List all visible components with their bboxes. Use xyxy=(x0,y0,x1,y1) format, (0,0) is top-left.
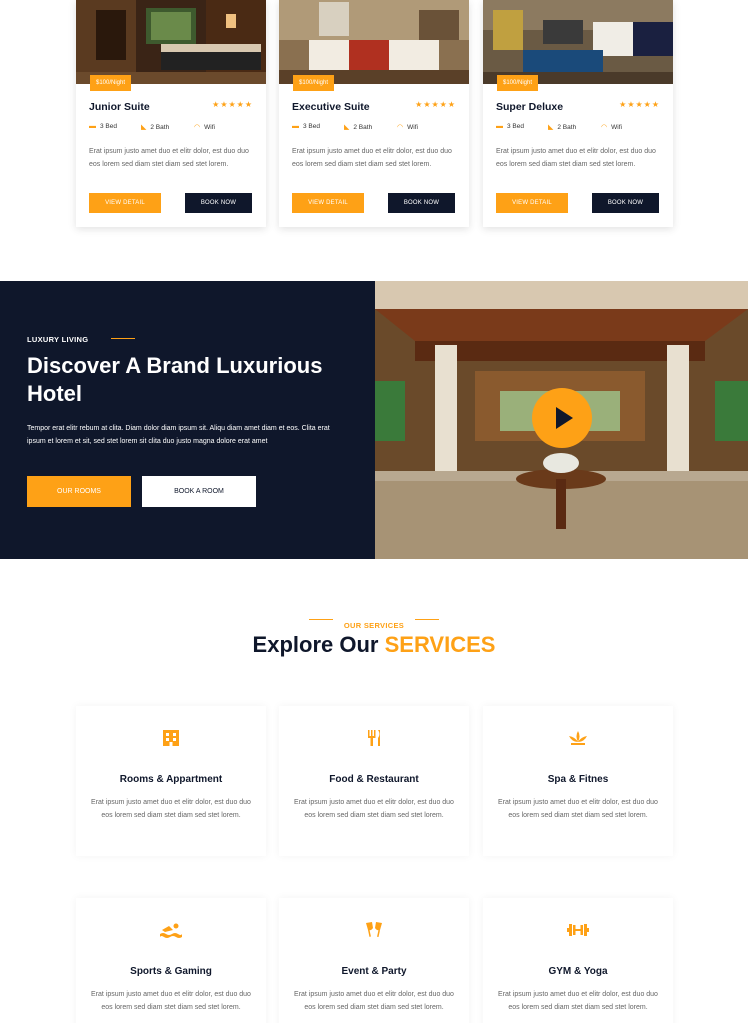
hero-title: Discover A Brand Luxurious Hotel xyxy=(27,353,323,406)
spa-icon xyxy=(483,728,673,753)
services-title: Explore Our SERVICES xyxy=(0,632,748,658)
rooms-section: $100/Night Junior Suite ★★★★★ ▬ 3 Bed ◣ 2 … xyxy=(0,0,748,281)
feature-wifi: ◠ Wifi xyxy=(601,123,622,132)
rating-stars: ★★★★★ xyxy=(619,100,660,109)
feature-bath: ◣ 2 Bath xyxy=(141,123,170,132)
bed-icon: ▬ xyxy=(292,123,299,130)
book-a-room-button[interactable]: BOOK A ROOM xyxy=(142,476,256,507)
view-detail-button[interactable]: VIEW DETAIL xyxy=(496,193,568,213)
book-now-button[interactable]: BOOK NOW xyxy=(592,193,659,213)
utensils-icon xyxy=(279,728,469,753)
bed-icon: ▬ xyxy=(89,123,96,130)
room-card: $100/Night Executive Suite ★★★★★ ▬ 3 Bed … xyxy=(279,0,469,227)
rating-stars: ★★★★★ xyxy=(212,100,253,109)
wifi-icon: ◠ xyxy=(194,124,201,131)
service-description: Erat ipsum justo amet duo et elitr dolor… xyxy=(91,799,251,819)
price-badge: $100/Night xyxy=(293,75,335,91)
bath-icon: ◣ xyxy=(141,124,147,131)
room-title: Junior Suite xyxy=(89,101,150,113)
feature-bath: ◣ 2 Bath xyxy=(548,123,577,132)
service-description: Erat ipsum justo amet duo et elitr dolor… xyxy=(498,991,658,1011)
glass-cheers-icon xyxy=(279,920,469,945)
dumbbell-icon xyxy=(483,920,673,945)
service-title: GYM & Yoga xyxy=(548,966,608,977)
room-description: Erat ipsum justo amet duo et elitr dolor… xyxy=(292,148,452,168)
services-kicker: OUR SERVICES xyxy=(343,621,405,630)
hotel-icon xyxy=(76,728,266,753)
bath-icon: ◣ xyxy=(548,124,554,131)
services-title-accent: SERVICES xyxy=(384,632,496,657)
feature-bath: ◣ 2 Bath xyxy=(344,123,373,132)
wifi-icon: ◠ xyxy=(601,124,608,131)
hero-panel: LUXURY LIVING Discover A Brand Luxurious… xyxy=(0,281,375,559)
services-kicker-wrap: OUR SERVICES xyxy=(0,613,748,632)
service-description: Erat ipsum justo amet duo et elitr dolor… xyxy=(294,991,454,1011)
hero-description: Tempor erat elitr rebum at clita. Diam d… xyxy=(27,425,330,445)
book-now-button[interactable]: BOOK NOW xyxy=(388,193,455,213)
service-card[interactable]: Event & Party Erat ipsum justo amet duo … xyxy=(279,898,469,1023)
service-title: Event & Party xyxy=(341,966,407,977)
service-card[interactable]: GYM & Yoga Erat ipsum justo amet duo et … xyxy=(483,898,673,1023)
service-title: Sports & Gaming xyxy=(130,966,212,977)
service-card[interactable]: Rooms & Appartment Erat ipsum justo amet… xyxy=(76,706,266,856)
service-card[interactable]: Sports & Gaming Erat ipsum justo amet du… xyxy=(76,898,266,1023)
services-title-main: Explore Our xyxy=(252,632,385,657)
view-detail-button[interactable]: VIEW DETAIL xyxy=(292,193,364,213)
our-rooms-button[interactable]: OUR ROOMS xyxy=(27,476,131,507)
service-title: Rooms & Appartment xyxy=(119,774,223,785)
view-detail-button[interactable]: VIEW DETAIL xyxy=(89,193,161,213)
price-badge: $100/Night xyxy=(497,75,539,91)
rating-stars: ★★★★★ xyxy=(415,100,456,109)
room-description: Erat ipsum justo amet duo et elitr dolor… xyxy=(89,148,249,168)
bath-icon: ◣ xyxy=(344,124,350,131)
book-now-button[interactable]: BOOK NOW xyxy=(185,193,252,213)
room-card: $100/Night Junior Suite ★★★★★ ▬ 3 Bed ◣ 2 … xyxy=(76,0,266,227)
service-description: Erat ipsum justo amet duo et elitr dolor… xyxy=(91,991,251,1011)
video-section: LUXURY LIVING Discover A Brand Luxurious… xyxy=(0,281,748,559)
room-description: Erat ipsum justo amet duo et elitr dolor… xyxy=(496,148,656,168)
feature-bed: ▬ 3 Bed xyxy=(496,123,524,130)
price-badge: $100/Night xyxy=(90,75,132,91)
play-icon xyxy=(556,407,573,429)
service-title: Spa & Fitnes xyxy=(547,774,609,785)
room-card: $100/Night Super Deluxe ★★★★★ ▬ 3 Bed ◣ 2 … xyxy=(483,0,673,227)
room-image xyxy=(279,0,469,84)
wifi-icon: ◠ xyxy=(397,124,404,131)
bed-icon: ▬ xyxy=(496,123,503,130)
room-title: Executive Suite xyxy=(292,101,370,113)
feature-wifi: ◠ Wifi xyxy=(194,123,215,132)
section-kicker: LUXURY LIVING xyxy=(27,335,89,344)
service-description: Erat ipsum justo amet duo et elitr dolor… xyxy=(498,799,658,819)
service-card[interactable]: Food & Restaurant Erat ipsum justo amet … xyxy=(279,706,469,856)
kicker-line xyxy=(111,338,135,339)
feature-wifi: ◠ Wifi xyxy=(397,123,418,132)
swimmer-icon xyxy=(76,920,266,945)
room-title: Super Deluxe xyxy=(496,101,564,113)
room-image xyxy=(76,0,266,84)
feature-bed: ▬ 3 Bed xyxy=(292,123,320,130)
feature-bed: ▬ 3 Bed xyxy=(89,123,117,130)
service-title: Food & Restaurant xyxy=(329,774,419,785)
room-image xyxy=(483,0,673,84)
play-video-button[interactable] xyxy=(532,388,592,448)
video-thumbnail xyxy=(375,281,748,559)
service-description: Erat ipsum justo amet duo et elitr dolor… xyxy=(294,799,454,819)
service-card[interactable]: Spa & Fitnes Erat ipsum justo amet duo e… xyxy=(483,706,673,856)
